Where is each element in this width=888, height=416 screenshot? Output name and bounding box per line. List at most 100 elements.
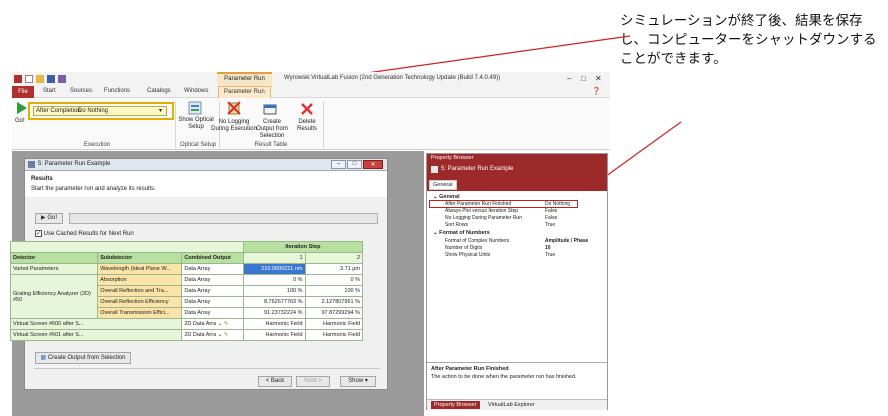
window-title: Wyrowski VirtualLab Fusion (2nd Generati… xyxy=(284,75,501,81)
create-output-button[interactable]: Create Output from Selection xyxy=(255,119,289,140)
property-row[interactable]: After Parameter Run Finished Do Nothing xyxy=(431,201,605,207)
property-value[interactable]: False xyxy=(545,215,557,221)
col-detector: Detector xyxy=(9,252,99,264)
table-row[interactable]: Grating Efficiency Analyzer (2D) #50 Abs… xyxy=(9,274,364,319)
property-value[interactable]: False xyxy=(545,208,557,214)
after-completion-value: Do Nothing xyxy=(78,108,109,114)
value-cell-selected[interactable]: 210.0606221 nm xyxy=(242,263,306,275)
detector-cell: Virtual Screen #600 after S... xyxy=(9,318,183,330)
group-execution: Execution xyxy=(83,142,111,148)
app-logo-icon xyxy=(14,75,22,83)
no-logging-button[interactable]: No Logging During Execution xyxy=(210,119,258,133)
ribbon: Go! After Completion Do Nothing ▾ Execut… xyxy=(12,98,610,150)
close-icon[interactable]: ✕ xyxy=(595,74,602,83)
go-button[interactable]: Go! xyxy=(15,118,25,125)
value-cell[interactable]: 0 % xyxy=(242,274,306,286)
value-cell[interactable]: Harmonic Field xyxy=(304,329,364,341)
col-combined-output: Combined Output xyxy=(181,252,244,264)
property-value[interactable]: True xyxy=(545,252,555,258)
property-row[interactable]: No Logging During Parameter Run False xyxy=(431,215,605,221)
value-cell[interactable]: 0 % xyxy=(304,274,364,286)
progress-bar xyxy=(69,213,378,224)
value-cell[interactable]: 97.87299294 % xyxy=(304,307,364,319)
property-value[interactable]: True xyxy=(545,222,555,228)
open-folder-icon[interactable] xyxy=(36,75,44,83)
category-format-of-numbers[interactable]: ⌄ Format of Numbers xyxy=(433,230,490,236)
tab-functions[interactable]: Functions xyxy=(104,88,130,94)
table-row[interactable]: Virtual Screen #600 after S... 2D Data A… xyxy=(9,318,364,330)
minimize-icon[interactable]: – xyxy=(567,74,571,83)
quick-access-toolbar: Parameter Run Wyrowski VirtualLab Fusion… xyxy=(12,72,610,86)
maximize-icon[interactable]: □ xyxy=(347,160,362,169)
value-cell[interactable]: 91.23732224 % xyxy=(242,307,306,319)
help-icon[interactable]: ❓ xyxy=(592,87,601,95)
chevron-down-icon[interactable]: ⌄ xyxy=(218,321,223,327)
group-optical-setup: Optical Setup xyxy=(179,142,217,148)
combined-cell: Data Array xyxy=(181,307,244,319)
property-row[interactable]: Format of Complex Numbers Amplitude / Pha… xyxy=(431,238,605,244)
value-cell[interactable]: 3.71 µm xyxy=(304,263,364,275)
optical-setup-icon[interactable] xyxy=(188,101,202,115)
chevron-down-icon[interactable]: ⌄ xyxy=(218,332,223,338)
tab-general[interactable]: General xyxy=(429,180,457,190)
play-icon: ▶ xyxy=(41,215,46,221)
property-row[interactable]: Always Plot versus Iteration Step False xyxy=(431,208,605,214)
minimize-icon[interactable]: – xyxy=(331,160,346,169)
delete-results-button[interactable]: Delete Results xyxy=(293,119,321,133)
checkbox-checked-icon[interactable]: ✓ xyxy=(35,230,42,237)
pencil-icon[interactable]: ✎ xyxy=(224,332,229,338)
value-cell[interactable]: 2.127807961 % xyxy=(304,296,364,308)
combined-dropdown[interactable]: 2D Data Arra ⌄ ✎ xyxy=(181,329,244,341)
pencil-icon[interactable]: ✎ xyxy=(224,321,229,327)
chevron-down-icon[interactable]: ⌄ xyxy=(433,230,438,236)
document-icon xyxy=(431,166,438,173)
combined-dropdown[interactable]: 2D Data Arra ⌄ ✎ xyxy=(181,318,244,330)
value-cell[interactable]: 100 % xyxy=(304,285,364,297)
subdetector-cell: Overall Transmission Effici... xyxy=(97,307,183,319)
value-cell[interactable]: 100 % xyxy=(242,285,306,297)
property-row[interactable]: Number of Digits 10 xyxy=(431,245,605,251)
property-row[interactable]: Show Physical Units True xyxy=(431,252,605,258)
table-row[interactable]: Varied Parameters Wavelength (Ideal Plan… xyxy=(9,263,364,275)
new-file-icon[interactable] xyxy=(25,75,33,83)
create-output-selection-button[interactable]: ▦ Create Output from Selection xyxy=(35,352,131,364)
close-icon[interactable]: ✕ xyxy=(363,160,383,169)
context-tab-header: Parameter Run xyxy=(217,72,272,86)
property-value[interactable]: Do Nothing xyxy=(545,201,570,207)
property-key: Sort Rows xyxy=(445,222,469,228)
tab-start[interactable]: Start xyxy=(43,88,56,94)
tab-sources[interactable]: Sources xyxy=(70,88,92,94)
bottom-tabs: Property Browser VirtualLab Explorer xyxy=(427,399,607,410)
maximize-icon[interactable]: □ xyxy=(581,74,586,83)
table-row[interactable]: Virtual Screen #601 after S... 2D Data A… xyxy=(9,329,364,341)
create-output-icon[interactable] xyxy=(263,102,277,115)
property-key: Number of Digits xyxy=(445,245,483,251)
property-row[interactable]: Sort Rows True xyxy=(431,222,605,228)
property-browser-header: 5: Parameter Run Example General xyxy=(427,163,607,191)
value-cell[interactable]: Harmonic Field xyxy=(242,329,306,341)
tab-virtuallab-explorer[interactable]: VirtualLab Explorer xyxy=(485,401,538,409)
property-value[interactable]: Amplitude / Phase xyxy=(545,238,588,244)
after-completion-combo[interactable]: After Completion Do Nothing ▾ xyxy=(33,106,167,116)
save-icon[interactable] xyxy=(47,75,55,83)
tab-catalogs[interactable]: Catalogs xyxy=(147,88,171,94)
tab-windows[interactable]: Windows xyxy=(184,88,208,94)
go-play-icon[interactable] xyxy=(16,101,28,115)
tab-file[interactable]: File xyxy=(12,86,34,98)
detector-cell: Varied Parameters xyxy=(9,263,99,275)
tab-property-browser[interactable]: Property Browser xyxy=(431,401,480,409)
property-value[interactable]: 10 xyxy=(545,245,551,251)
chevron-down-icon[interactable]: ▾ xyxy=(159,107,162,114)
show-button[interactable]: Show ▾ xyxy=(340,376,376,387)
back-button[interactable]: < Back xyxy=(258,376,292,387)
combined-cell: Data Array xyxy=(181,285,244,297)
catalog-icon[interactable] xyxy=(58,75,66,83)
value-cell[interactable]: Harmonic Field xyxy=(242,318,306,330)
show-optical-setup-button[interactable]: Show Optical Setup xyxy=(178,117,214,131)
use-cached-checkbox[interactable]: ✓ Use Cached Results for Next Run xyxy=(35,230,134,237)
value-cell[interactable]: 8.762677763 % xyxy=(242,296,306,308)
delete-results-icon[interactable] xyxy=(301,103,313,115)
dialog-go-button[interactable]: ▶ Go! xyxy=(35,213,63,224)
value-cell[interactable]: Harmonic Field xyxy=(304,318,364,330)
no-logging-icon[interactable] xyxy=(226,100,242,116)
